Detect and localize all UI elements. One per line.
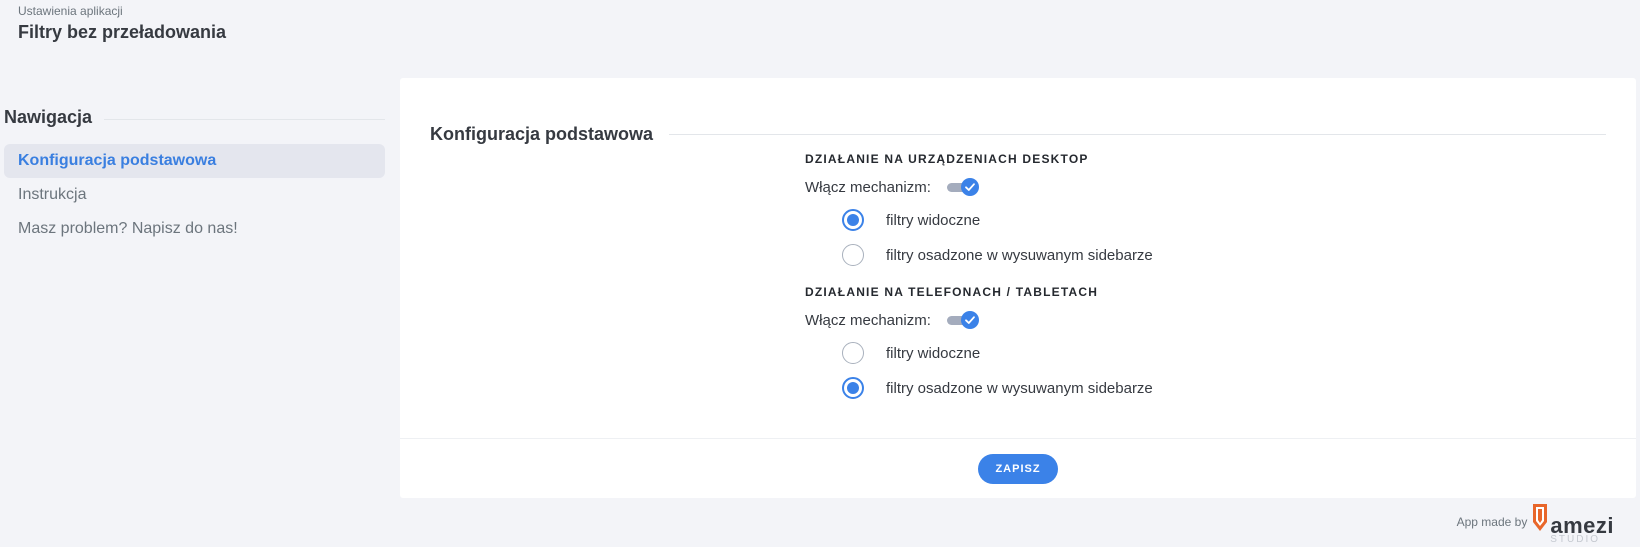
section-title-label: Konfiguracja podstawowa bbox=[430, 124, 654, 144]
radio-button[interactable] bbox=[842, 342, 864, 364]
mobile-switch-row: Włącz mechanizm: bbox=[805, 311, 979, 329]
desktop-switch-label: Włącz mechanizm: bbox=[805, 178, 931, 196]
desktop-option-sidebar[interactable]: filtry osadzone w wysuwanym sidebarze bbox=[842, 244, 1153, 266]
brand-subtitle: STUDIO bbox=[1550, 534, 1600, 545]
mobile-option-sidebar-label: filtry osadzone w wysuwanym sidebarze bbox=[886, 379, 1153, 397]
sidebar: Nawigacja Konfiguracja podstawowa Instru… bbox=[4, 104, 385, 246]
mobile-option-visible[interactable]: filtry widoczne bbox=[842, 342, 980, 364]
mobile-option-sidebar[interactable]: filtry osadzone w wysuwanym sidebarze bbox=[842, 377, 1153, 399]
desktop-option-sidebar-label: filtry osadzone w wysuwanym sidebarze bbox=[886, 246, 1153, 264]
radio-button[interactable] bbox=[842, 209, 864, 231]
mobile-enable-toggle[interactable] bbox=[945, 311, 979, 329]
radio-button[interactable] bbox=[842, 377, 864, 399]
desktop-option-visible[interactable]: filtry widoczne bbox=[842, 209, 980, 231]
sidebar-item-kontakt[interactable]: Masz problem? Napisz do nas! bbox=[4, 212, 385, 246]
page-title: Filtry bez przeładowania bbox=[18, 22, 227, 42]
desktop-enable-toggle[interactable] bbox=[945, 178, 979, 196]
check-icon bbox=[960, 311, 979, 329]
sidebar-item-konfiguracja[interactable]: Konfiguracja podstawowa bbox=[4, 144, 385, 178]
mobile-switch-label: Włącz mechanizm: bbox=[805, 311, 931, 329]
desktop-group-title: DZIAŁANIE NA URZĄDZENIACH DESKTOP bbox=[805, 152, 1089, 166]
mobile-option-visible-label: filtry widoczne bbox=[886, 344, 981, 362]
sidebar-heading-divider bbox=[104, 118, 385, 120]
check-icon bbox=[960, 178, 979, 196]
section-title: Konfiguracja podstawowa bbox=[430, 124, 1606, 145]
desktop-switch-row: Włącz mechanizm: bbox=[805, 178, 979, 196]
sidebar-heading: Nawigacja bbox=[4, 104, 385, 130]
panel-footer: ZAPISZ bbox=[400, 439, 1636, 498]
app-credit: App made by amezi STUDIO bbox=[1456, 504, 1614, 545]
radio-button[interactable] bbox=[842, 244, 864, 266]
save-button[interactable]: ZAPISZ bbox=[978, 453, 1058, 484]
sidebar-heading-label: Nawigacja bbox=[4, 106, 93, 127]
config-panel: Konfiguracja podstawowa DZIAŁANIE NA URZ… bbox=[400, 78, 1636, 498]
sidebar-item-instrukcja[interactable]: Instrukcja bbox=[4, 178, 385, 212]
sidebar-nav: Konfiguracja podstawowa Instrukcja Masz … bbox=[4, 144, 385, 246]
section-title-divider bbox=[669, 134, 1606, 135]
pencil-icon bbox=[1531, 502, 1549, 537]
brand-logo[interactable]: amezi STUDIO bbox=[1531, 504, 1614, 545]
desktop-option-visible-label: filtry widoczne bbox=[886, 211, 981, 229]
mobile-group-title: DZIAŁANIE NA TELEFONACH / TABLETACH bbox=[805, 285, 1099, 299]
app-page: Ustawienia aplikacji Filtry bez przełado… bbox=[0, 0, 1640, 547]
credit-text: App made by bbox=[1456, 515, 1528, 529]
breadcrumb[interactable]: Ustawienia aplikacji bbox=[18, 4, 123, 18]
